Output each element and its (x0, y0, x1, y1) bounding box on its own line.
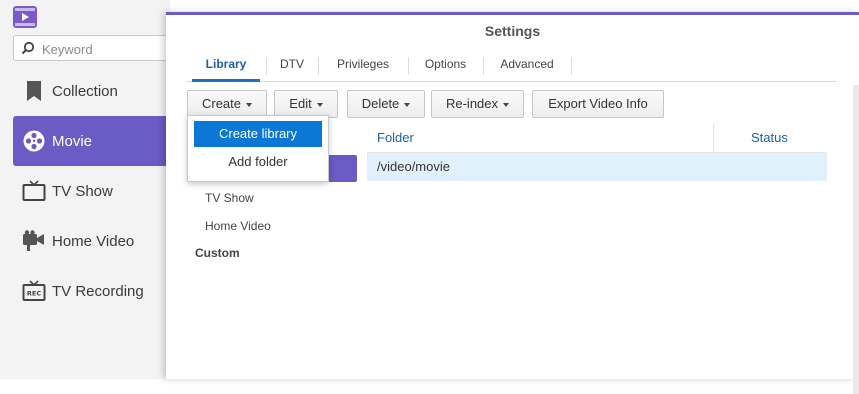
library-section-custom: Custom (195, 246, 240, 260)
dialog-title: Settings (484, 23, 541, 39)
chevron-down-icon (503, 102, 510, 107)
search-field[interactable] (13, 35, 173, 61)
rec-tv-icon: REC (22, 279, 46, 303)
search-icon (21, 41, 35, 55)
chevron-down-icon (246, 102, 253, 107)
camcorder-icon (22, 229, 46, 253)
sidebar-item-label: Home Video (52, 232, 135, 250)
delete-button[interactable]: Delete (347, 90, 425, 118)
scrollbar[interactable] (853, 85, 859, 394)
menu-item-create-library[interactable]: Create library (194, 121, 322, 147)
table-row[interactable]: /video/movie (367, 153, 827, 181)
reindex-button-label: Re-index (445, 96, 499, 111)
tab-privileges[interactable]: Privileges (318, 52, 408, 77)
video-station-logo-icon (13, 6, 37, 28)
sidebar-item-label: TV Show (52, 182, 113, 200)
sidebar-item-tv-recording[interactable]: REC TV Recording (13, 266, 167, 316)
edit-button-label: Edit (289, 96, 312, 111)
search-input[interactable] (40, 39, 164, 59)
column-header-folder[interactable]: Folder (377, 130, 414, 145)
tab-library[interactable]: Library (186, 52, 266, 82)
export-video-info-button[interactable]: Export Video Info (532, 90, 664, 118)
table-header: Folder Status (367, 124, 827, 153)
chevron-down-icon (316, 102, 323, 107)
tab-advanced[interactable]: Advanced (483, 52, 571, 77)
app-sidebar: Collection Movie TV Show (0, 0, 173, 379)
library-item-home-video[interactable]: Home Video (205, 219, 271, 233)
sidebar-item-home-video[interactable]: Home Video (13, 216, 167, 266)
sidebar-item-label: TV Recording (52, 282, 144, 300)
create-button-label: Create (201, 96, 242, 111)
sidebar-item-label: Movie (52, 132, 93, 150)
folder-path-cell: /video/movie (377, 159, 450, 174)
sidebar-item-label: Collection (52, 82, 118, 100)
delete-button-label: Delete (361, 96, 400, 111)
sidebar-item-movie[interactable]: Movie (13, 116, 167, 166)
menu-item-add-folder[interactable]: Add folder (194, 149, 322, 175)
column-header-status[interactable]: Status (751, 130, 788, 145)
svg-text:REC: REC (27, 290, 41, 298)
bookmark-icon (22, 79, 46, 103)
sidebar-item-collection[interactable]: Collection (13, 66, 167, 116)
chevron-down-icon (404, 102, 411, 107)
tab-bar: Library DTV Privileges Options Advanced (186, 48, 836, 82)
create-dropdown-menu: Create library Add folder (187, 115, 329, 182)
tab-divider (571, 57, 572, 75)
film-reel-icon (22, 129, 46, 153)
library-item-tv-show[interactable]: TV Show (205, 191, 254, 205)
tv-icon (22, 179, 46, 203)
create-button[interactable]: Create (187, 90, 267, 118)
tab-dtv[interactable]: DTV (266, 52, 318, 77)
column-divider (713, 124, 714, 152)
sidebar-item-tv-show[interactable]: TV Show (13, 166, 167, 216)
settings-dialog: Settings Library DTV Privileges Options … (166, 12, 859, 394)
tab-options[interactable]: Options (408, 52, 483, 77)
reindex-button[interactable]: Re-index (431, 90, 524, 118)
edit-button[interactable]: Edit (274, 90, 338, 118)
